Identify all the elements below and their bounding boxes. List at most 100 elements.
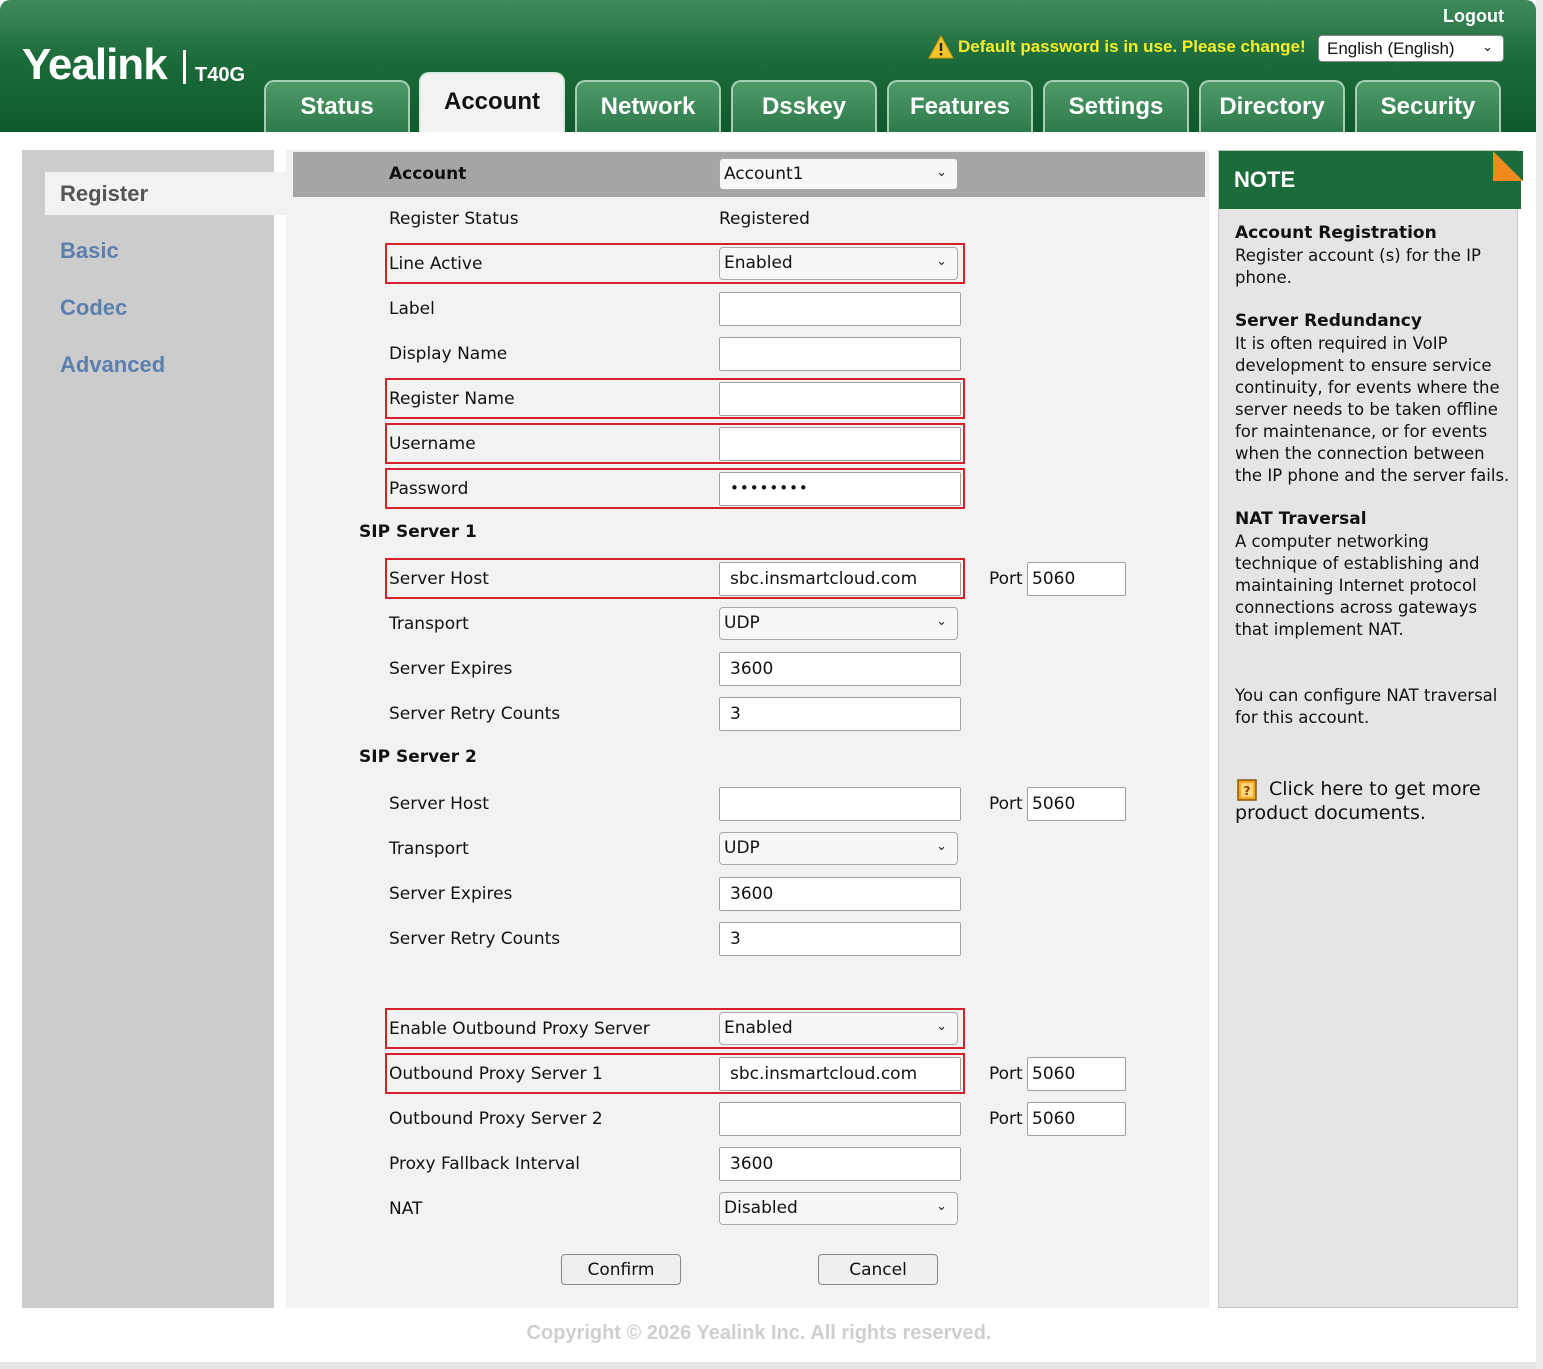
- sidebar-item-basic[interactable]: Basic: [60, 238, 119, 264]
- sip2-transport-select[interactable]: UDP ⌄: [719, 832, 958, 865]
- sip2-transport-label: Transport: [389, 839, 469, 859]
- product-documents-link[interactable]: Click here to get more product documents…: [1235, 777, 1510, 825]
- sip2-port-input[interactable]: 5060: [1027, 787, 1126, 821]
- note-panel: NOTE Account Registration Register accou…: [1218, 150, 1523, 1308]
- password-input[interactable]: ••••••••: [719, 472, 961, 506]
- right-edge-strip: [1536, 0, 1543, 1369]
- note-heading-account-registration: Account Registration: [1235, 223, 1437, 243]
- sip1-host-input[interactable]: sbc.insmartcloud.com: [719, 562, 961, 596]
- note-heading-nat-traversal: NAT Traversal: [1235, 509, 1367, 529]
- outbound-proxy2-input[interactable]: [719, 1102, 961, 1136]
- sip1-retry-label: Server Retry Counts: [389, 704, 561, 724]
- sip2-port-label: Port: [989, 794, 1023, 814]
- label-label: Label: [389, 299, 435, 319]
- account-select-value: Account1: [724, 164, 804, 184]
- line-active-label: Line Active: [389, 254, 483, 274]
- sip2-host-input[interactable]: [719, 787, 961, 821]
- top-header: Yealink T40G Logout Default password is …: [0, 0, 1536, 132]
- cancel-button[interactable]: Cancel: [818, 1254, 938, 1285]
- sidebar-item-codec[interactable]: Codec: [60, 295, 127, 321]
- note-body-nat-traversal: A computer networking technique of estab…: [1235, 532, 1480, 639]
- sip1-expires-label: Server Expires: [389, 659, 513, 679]
- bottom-bar: [0, 1362, 1543, 1369]
- nat-select[interactable]: Disabled ⌄: [719, 1192, 958, 1225]
- tab-account[interactable]: Account: [419, 72, 565, 132]
- sip-server-2-heading: SIP Server 2: [359, 747, 477, 767]
- proxy2-port-input[interactable]: 5060: [1027, 1102, 1126, 1136]
- tab-features[interactable]: Features: [887, 80, 1033, 132]
- chevron-down-icon: ⌄: [936, 254, 947, 269]
- username-input[interactable]: [719, 427, 961, 461]
- outbound-proxy1-label: Outbound Proxy Server 1: [389, 1064, 603, 1084]
- register-name-label: Register Name: [389, 389, 515, 409]
- sip1-port-label: Port: [989, 569, 1023, 589]
- sidebar: Register Basic Codec Advanced: [22, 150, 287, 1308]
- register-form: Account Account1 ⌄ Register Status Regis…: [286, 150, 1209, 1308]
- default-password-warning: Default password is in use. Please chang…: [928, 35, 1306, 59]
- tab-settings[interactable]: Settings: [1043, 80, 1189, 132]
- logout-link[interactable]: Logout: [1443, 6, 1504, 27]
- outbound-proxy2-label: Outbound Proxy Server 2: [389, 1109, 603, 1129]
- outbound-enable-label: Enable Outbound Proxy Server: [389, 1019, 650, 1039]
- sip1-port-input[interactable]: 5060: [1027, 562, 1126, 596]
- document-icon: ?: [1237, 779, 1257, 801]
- sidebar-item-advanced[interactable]: Advanced: [60, 352, 165, 378]
- chevron-down-icon: ⌄: [936, 614, 947, 629]
- tab-dsskey[interactable]: Dsskey: [731, 80, 877, 132]
- corner-fold-icon: [1493, 151, 1523, 181]
- sip2-transport-value: UDP: [724, 838, 760, 858]
- sip2-expires-label: Server Expires: [389, 884, 513, 904]
- display-name-input[interactable]: [719, 337, 961, 371]
- account-select[interactable]: Account1 ⌄: [719, 158, 958, 190]
- nat-label: NAT: [389, 1199, 423, 1219]
- warning-triangle-icon: [928, 35, 954, 59]
- sip1-transport-value: UDP: [724, 613, 760, 633]
- note-body-server-redundancy: It is often required in VoIP development…: [1235, 334, 1510, 485]
- sip2-retry-input[interactable]: 3: [719, 922, 961, 956]
- confirm-button[interactable]: Confirm: [561, 1254, 681, 1285]
- chevron-down-icon: ⌄: [936, 839, 947, 854]
- line-active-select[interactable]: Enabled ⌄: [719, 247, 958, 280]
- proxy-fallback-input[interactable]: 3600: [719, 1147, 961, 1181]
- note-body-account-registration: Register account (s) for the IP phone.: [1235, 246, 1481, 287]
- svg-text:?: ?: [1244, 784, 1251, 798]
- label-input[interactable]: [719, 292, 961, 326]
- proxy1-port-label: Port: [989, 1064, 1023, 1084]
- note-header: NOTE: [1219, 151, 1523, 209]
- warning-text: Default password is in use. Please chang…: [958, 37, 1306, 56]
- display-name-label: Display Name: [389, 344, 508, 364]
- sip1-transport-select[interactable]: UDP ⌄: [719, 607, 958, 640]
- tab-status[interactable]: Status: [264, 80, 410, 132]
- chevron-down-icon: ⌄: [936, 1019, 947, 1034]
- sip1-expires-input[interactable]: 3600: [719, 652, 961, 686]
- note-heading-server-redundancy: Server Redundancy: [1235, 311, 1422, 331]
- sip2-expires-input[interactable]: 3600: [719, 877, 961, 911]
- proxy-fallback-label: Proxy Fallback Interval: [389, 1154, 580, 1174]
- sidebar-item-register[interactable]: Register: [60, 181, 148, 207]
- tab-directory[interactable]: Directory: [1199, 80, 1345, 132]
- proxy1-port-input[interactable]: 5060: [1027, 1057, 1126, 1091]
- sip1-host-label: Server Host: [389, 569, 489, 589]
- sip1-retry-input[interactable]: 3: [719, 697, 961, 731]
- sip1-transport-label: Transport: [389, 614, 469, 634]
- language-value: English (English): [1327, 39, 1455, 58]
- tab-network[interactable]: Network: [575, 80, 721, 132]
- sip-server-1-heading: SIP Server 1: [359, 522, 477, 542]
- note-nat-configure: You can configure NAT traversal for this…: [1235, 686, 1498, 727]
- register-status-label: Register Status: [389, 209, 519, 229]
- outbound-enable-select[interactable]: Enabled ⌄: [719, 1012, 958, 1045]
- copyright-text: Copyright © 2026 Yealink Inc. All rights…: [526, 1322, 992, 1344]
- chevron-down-icon: ⌄: [936, 1199, 947, 1214]
- language-select[interactable]: English (English) ⌄: [1318, 35, 1504, 62]
- username-label: Username: [389, 434, 476, 454]
- note-title: NOTE: [1234, 167, 1296, 192]
- logo-divider: [183, 50, 186, 84]
- sip2-host-label: Server Host: [389, 794, 489, 814]
- brand-logo: Yealink: [22, 40, 168, 89]
- chevron-down-icon: ⌄: [1482, 39, 1493, 54]
- chevron-down-icon: ⌄: [936, 165, 947, 180]
- register-name-input[interactable]: [719, 382, 961, 416]
- password-label: Password: [389, 479, 469, 499]
- outbound-proxy1-input[interactable]: sbc.insmartcloud.com: [719, 1057, 961, 1091]
- tab-security[interactable]: Security: [1355, 80, 1501, 132]
